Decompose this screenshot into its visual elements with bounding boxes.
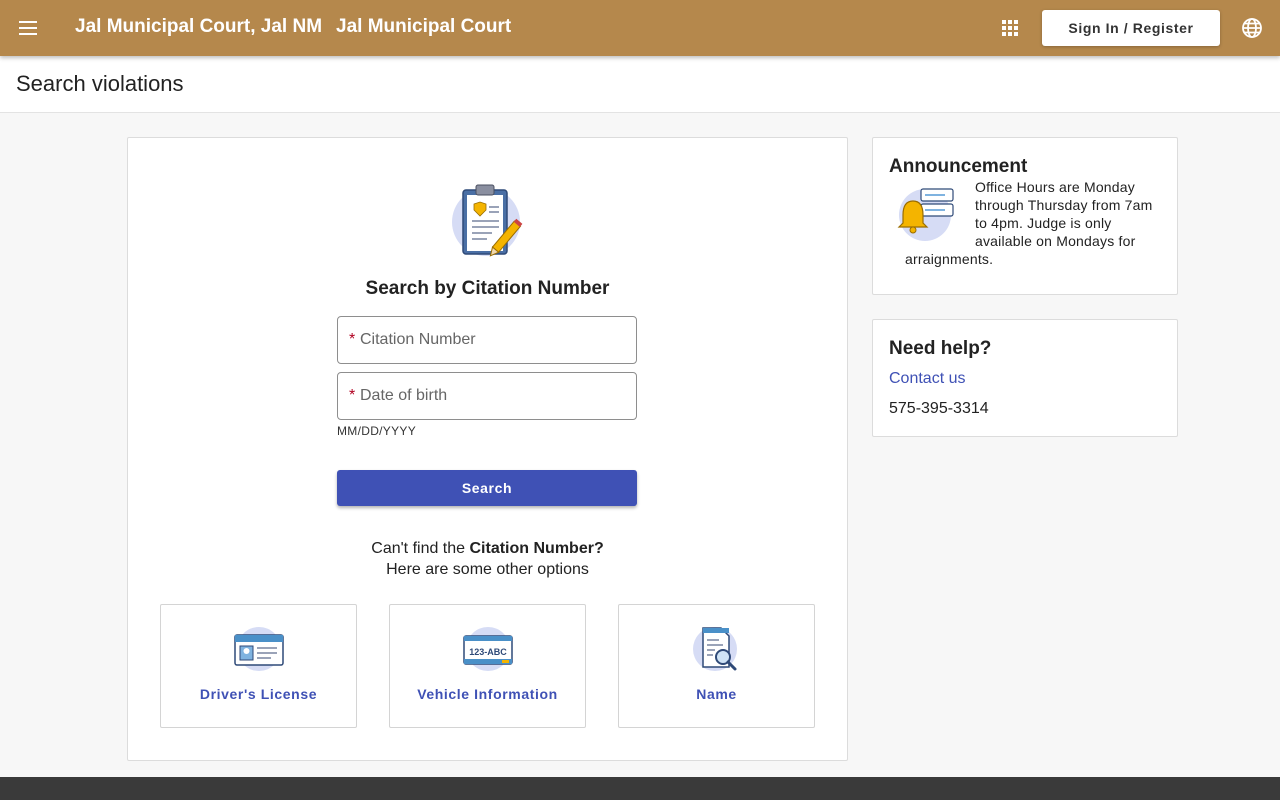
vehicle-information-option[interactable]: 123-ABC Vehicle Information <box>389 604 586 728</box>
top-app-bar: Jal Municipal Court, Jal NM Jal Municipa… <box>0 0 1280 56</box>
other-options-text: Can't find the Citation Number? Here are… <box>128 538 847 580</box>
date-format-hint: MM/DD/YYYY <box>337 424 417 438</box>
vehicle-information-label: Vehicle Information <box>417 686 558 702</box>
contact-us-link[interactable]: Contact us <box>889 370 965 388</box>
drivers-license-icon <box>234 627 284 671</box>
date-of-birth-field[interactable]: * Date of birth <box>337 372 637 420</box>
clipboard-icon <box>452 184 523 257</box>
help-card: Need help? Contact us 575-395-3314 <box>872 319 1178 437</box>
phone-number: 575-395-3314 <box>889 400 989 417</box>
name-label: Name <box>696 686 737 702</box>
plate-text: 123-ABC <box>469 647 507 657</box>
drivers-license-label: Driver's License <box>199 686 318 702</box>
announcement-card: Announcement Office Hours are Monday thr… <box>872 137 1178 295</box>
announcement-text: Office Hours are Monday through Thursday… <box>905 179 1153 267</box>
required-mark: * <box>349 331 356 348</box>
citation-number-label: Citation Number <box>360 331 476 348</box>
name-option[interactable]: Name <box>618 604 815 728</box>
options-prefix: Can't find the <box>371 540 470 557</box>
options-line2: Here are some other options <box>386 561 589 578</box>
court-name: Jal Municipal Court <box>336 16 512 37</box>
footer <box>0 777 1280 800</box>
help-title: Need help? <box>889 338 992 359</box>
globe-icon[interactable] <box>1238 14 1266 42</box>
date-of-birth-label: Date of birth <box>360 387 448 404</box>
sign-in-register-button[interactable]: Sign In / Register <box>1042 10 1220 46</box>
page-title: Search violations <box>16 71 184 96</box>
required-mark: * <box>349 387 356 404</box>
drivers-license-option[interactable]: Driver's License <box>160 604 357 728</box>
options-bold: Citation Number? <box>469 540 604 557</box>
hamburger-menu-icon[interactable] <box>12 12 44 44</box>
search-button[interactable]: Search <box>337 470 637 506</box>
announcement-title: Announcement <box>889 156 1028 177</box>
search-heading: Search by Citation Number <box>365 278 610 299</box>
citation-number-field[interactable]: * Citation Number <box>337 316 637 364</box>
name-search-icon <box>693 627 737 671</box>
license-plate-icon: 123-ABC <box>463 627 513 671</box>
page-header: Search violations <box>0 56 1280 113</box>
search-card: Search by Citation Number * Citation Num… <box>127 137 848 761</box>
brand-title[interactable]: Jal Municipal Court, Jal NM <box>75 16 322 38</box>
apps-grid-icon[interactable] <box>996 14 1024 42</box>
